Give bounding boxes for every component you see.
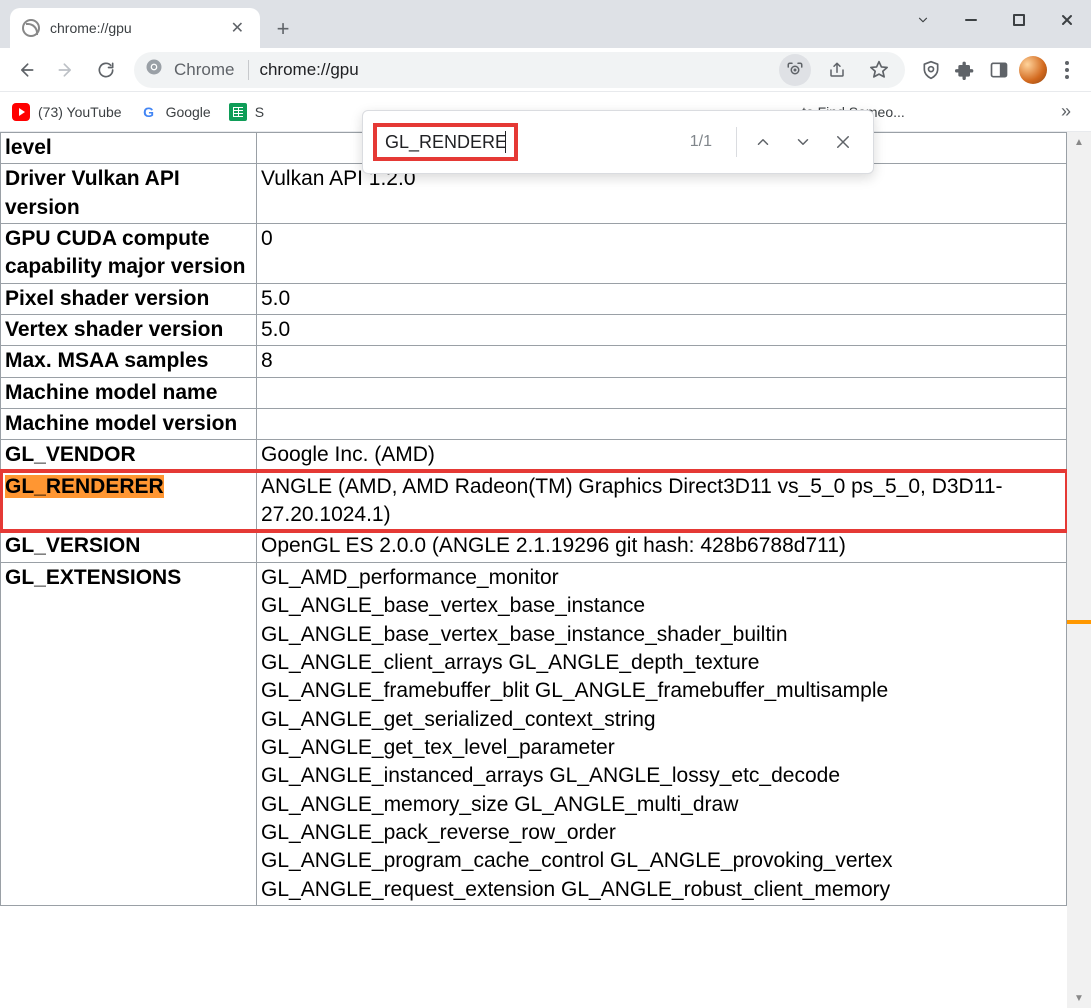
bookmark-sheets[interactable]: S xyxy=(229,103,264,121)
youtube-icon xyxy=(12,103,30,121)
shield-extension-icon[interactable] xyxy=(915,54,947,86)
table-key: GPU CUDA compute capability major versio… xyxy=(1,224,257,284)
table-value: GL_AMD_performance_monitor GL_ANGLE_base… xyxy=(257,562,1067,905)
toolbar: Chrome chrome://gpu xyxy=(0,48,1091,92)
profile-avatar[interactable] xyxy=(1017,54,1049,86)
bookmark-google[interactable]: G Google xyxy=(140,103,211,121)
table-row: GL_VENDORGoogle Inc. (AMD) xyxy=(1,440,1067,471)
vertical-scrollbar[interactable]: ▲ ▼ xyxy=(1067,132,1091,1008)
table-key: Machine model version xyxy=(1,409,257,440)
table-key: GL_VENDOR xyxy=(1,440,257,471)
table-key: GL_VERSION xyxy=(1,531,257,562)
sheets-icon xyxy=(229,103,247,121)
extensions-puzzle-icon[interactable] xyxy=(949,54,981,86)
window-controls xyxy=(899,0,1091,48)
omnibox[interactable]: Chrome chrome://gpu xyxy=(134,52,905,88)
table-value xyxy=(257,377,1067,408)
scroll-up-icon[interactable]: ▲ xyxy=(1067,132,1091,152)
find-next-button[interactable] xyxy=(783,122,823,162)
table-key: Pixel shader version xyxy=(1,283,257,314)
table-key: GL_RENDERER xyxy=(1,471,257,531)
find-input-annotation xyxy=(373,123,518,161)
table-row: Pixel shader version5.0 xyxy=(1,283,1067,314)
minimize-button[interactable] xyxy=(947,0,995,40)
table-value: 5.0 xyxy=(257,283,1067,314)
extension-area xyxy=(915,54,1083,86)
bookmark-label: S xyxy=(255,104,264,120)
back-button[interactable] xyxy=(8,52,44,88)
side-panel-icon[interactable] xyxy=(983,54,1015,86)
page-content: levelDriver Vulkan API versionVulkan API… xyxy=(0,132,1067,1008)
table-value: 5.0 xyxy=(257,315,1067,346)
bookmark-star-button[interactable] xyxy=(863,54,895,86)
table-value: 0 xyxy=(257,224,1067,284)
text-cursor xyxy=(505,131,506,153)
find-in-page-bar: 1/1 xyxy=(362,110,874,174)
table-value: 8 xyxy=(257,346,1067,377)
chrome-icon xyxy=(144,57,164,82)
chrome-menu-button[interactable] xyxy=(1051,54,1083,86)
scroll-down-icon[interactable]: ▼ xyxy=(1067,988,1091,1008)
bookmark-label: (73) YouTube xyxy=(38,104,122,120)
table-value: ANGLE (AMD, AMD Radeon(TM) Graphics Dire… xyxy=(257,471,1067,531)
tab-search-button[interactable] xyxy=(899,0,947,40)
table-row: GPU CUDA compute capability major versio… xyxy=(1,224,1067,284)
table-row: Machine model version xyxy=(1,409,1067,440)
table-value: Google Inc. (AMD) xyxy=(257,440,1067,471)
bookmark-label: Google xyxy=(166,104,211,120)
find-input[interactable] xyxy=(385,132,505,153)
table-value: OpenGL ES 2.0.0 (ANGLE 2.1.19296 git has… xyxy=(257,531,1067,562)
share-button[interactable] xyxy=(821,54,853,86)
forward-button[interactable] xyxy=(48,52,84,88)
tab-title: chrome://gpu xyxy=(50,20,217,36)
bookmark-youtube[interactable]: (73) YouTube xyxy=(12,103,122,121)
lens-button[interactable] xyxy=(779,54,811,86)
table-row: Vertex shader version5.0 xyxy=(1,315,1067,346)
find-match-count: 1/1 xyxy=(690,133,730,151)
titlebar: chrome://gpu ✕ + xyxy=(0,0,1091,48)
table-row: Max. MSAA samples8 xyxy=(1,346,1067,377)
gpu-info-table: levelDriver Vulkan API versionVulkan API… xyxy=(0,132,1067,906)
table-key: Machine model name xyxy=(1,377,257,408)
new-tab-button[interactable]: + xyxy=(266,12,300,46)
find-match-marker xyxy=(1067,620,1091,624)
globe-icon xyxy=(22,19,40,37)
find-close-button[interactable] xyxy=(823,122,863,162)
omnibox-url: chrome://gpu xyxy=(259,60,769,80)
close-tab-button[interactable]: ✕ xyxy=(227,16,248,40)
table-key: Driver Vulkan API version xyxy=(1,164,257,224)
close-window-button[interactable] xyxy=(1043,0,1091,40)
maximize-button[interactable] xyxy=(995,0,1043,40)
table-row: GL_VERSIONOpenGL ES 2.0.0 (ANGLE 2.1.192… xyxy=(1,531,1067,562)
find-prev-button[interactable] xyxy=(743,122,783,162)
reload-button[interactable] xyxy=(88,52,124,88)
omnibox-chrome-label: Chrome xyxy=(174,60,249,80)
table-key: GL_EXTENSIONS xyxy=(1,562,257,905)
table-row: Machine model name xyxy=(1,377,1067,408)
table-row: GL_RENDERERANGLE (AMD, AMD Radeon(TM) Gr… xyxy=(1,471,1067,531)
table-key: Vertex shader version xyxy=(1,315,257,346)
table-value xyxy=(257,409,1067,440)
table-key: Max. MSAA samples xyxy=(1,346,257,377)
separator xyxy=(736,127,737,157)
table-row: GL_EXTENSIONSGL_AMD_performance_monitor … xyxy=(1,562,1067,905)
bookmarks-overflow-button[interactable]: » xyxy=(1053,97,1079,126)
google-icon: G xyxy=(140,103,158,121)
table-key: level xyxy=(1,133,257,164)
browser-tab[interactable]: chrome://gpu ✕ xyxy=(10,8,260,48)
